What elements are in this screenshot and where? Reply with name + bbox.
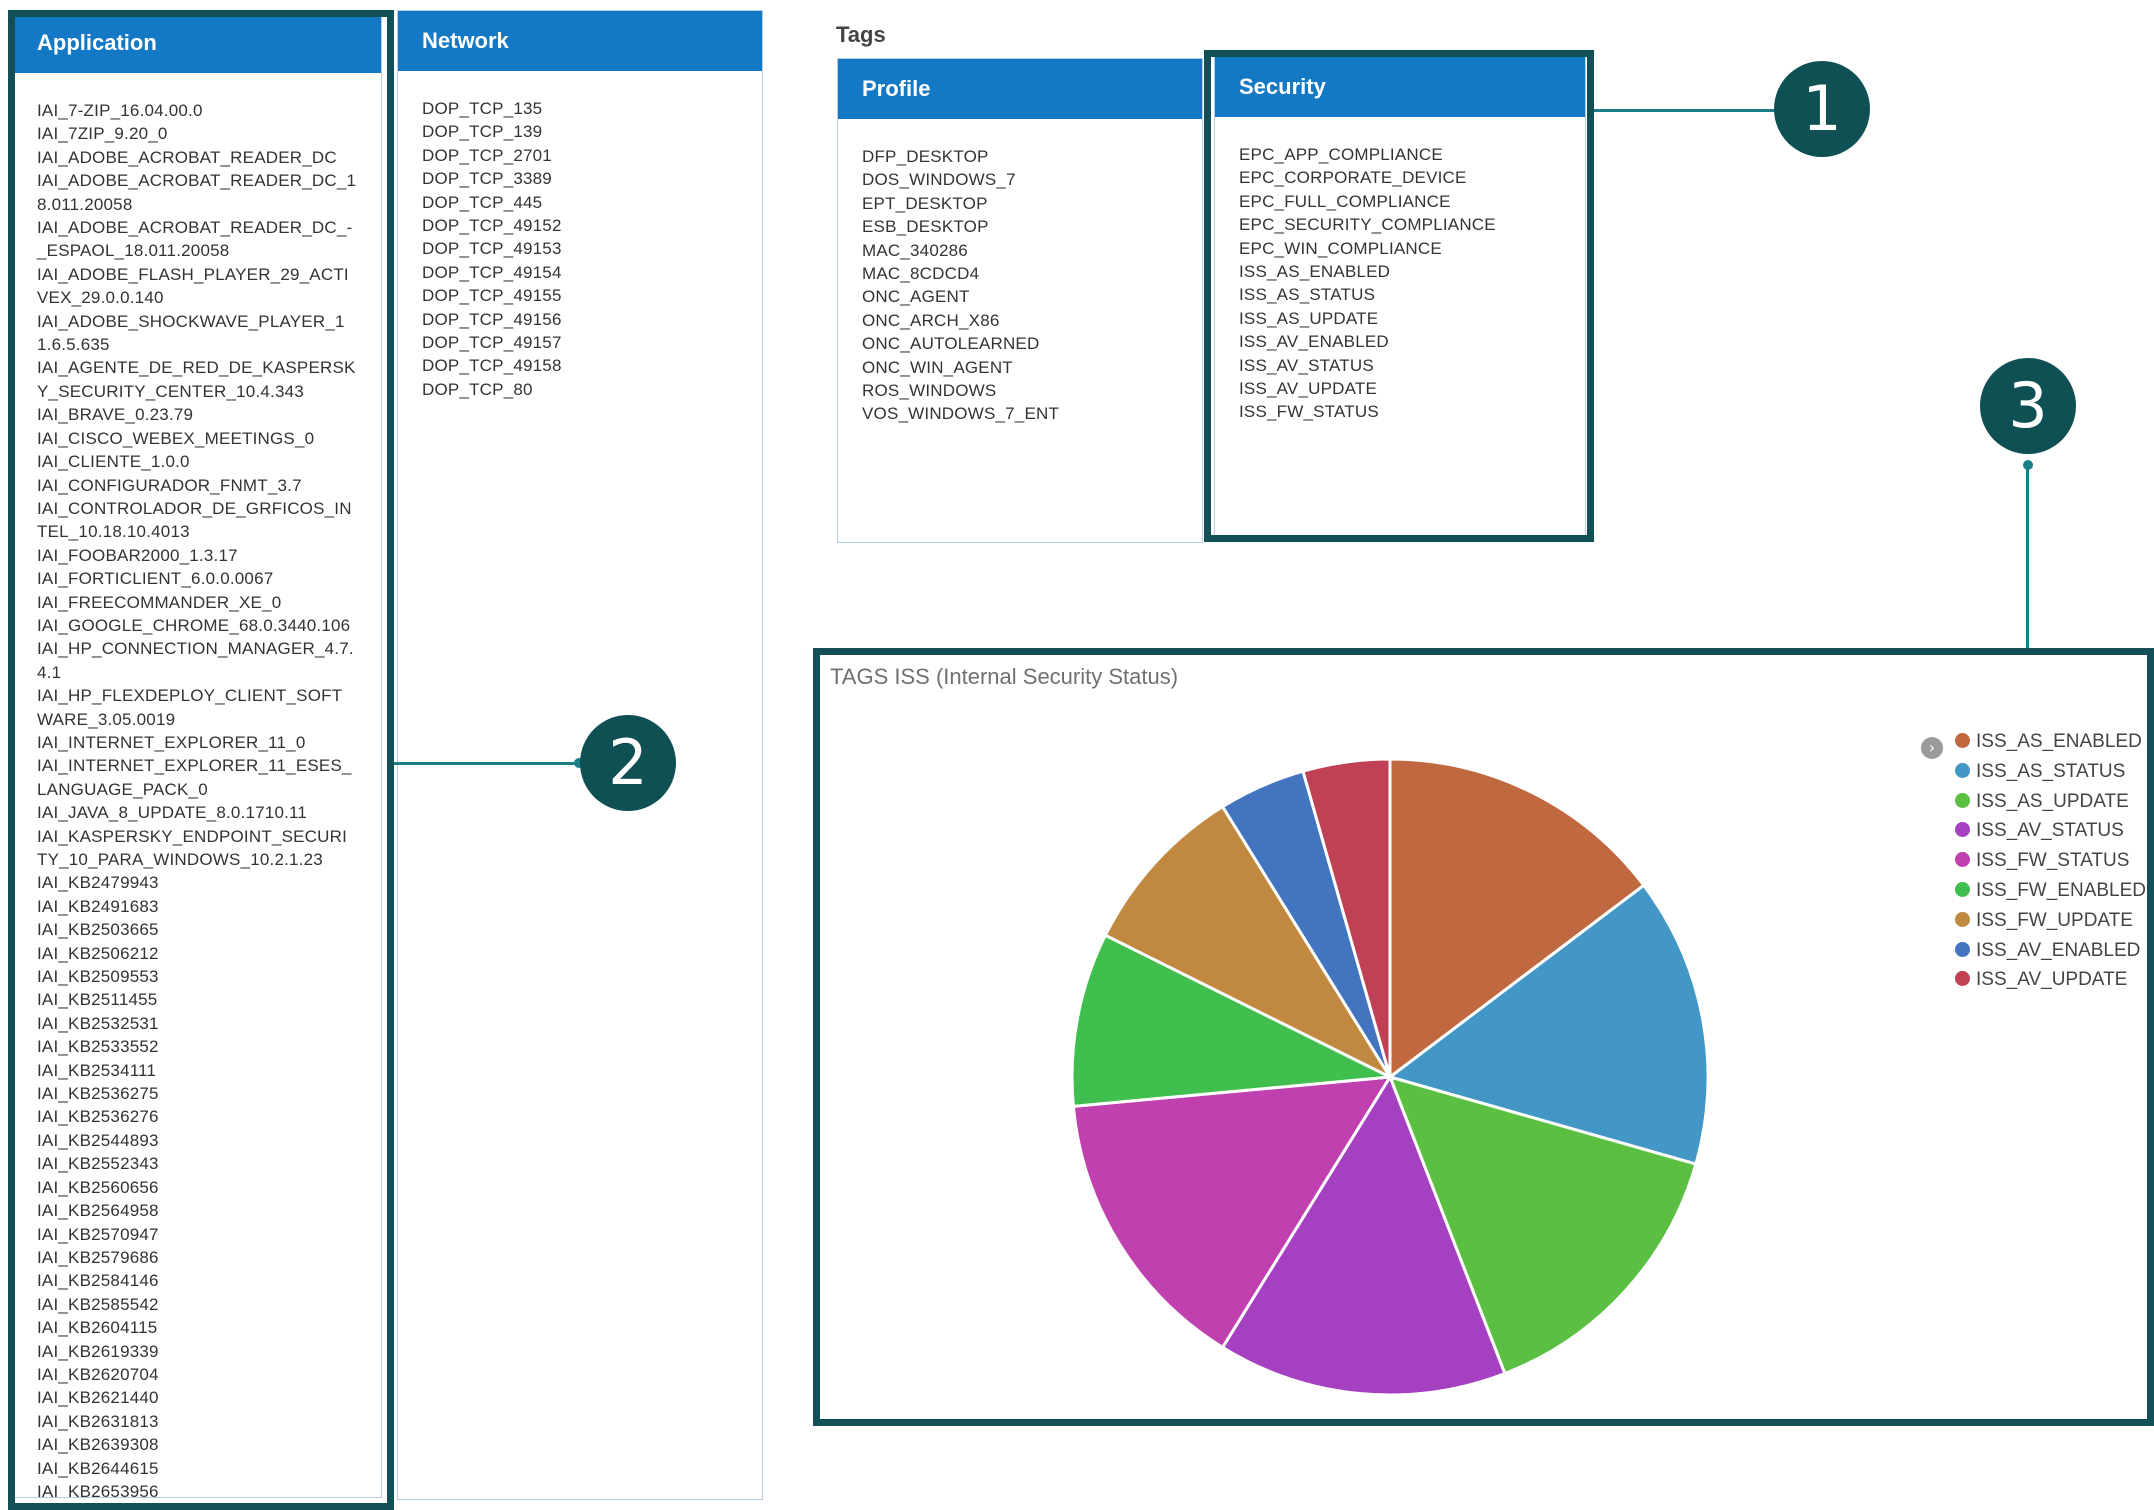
legend-label: ISS_FW_ENABLED — [1976, 879, 2146, 901]
legend-label: ISS_AS_STATUS — [1976, 760, 2126, 782]
profile-header: Profile — [838, 59, 1202, 119]
network-list-item: DOP_TCP_49155 — [422, 286, 562, 306]
pie-chart — [1070, 757, 1710, 1397]
legend-item[interactable]: ISS_AV_UPDATE — [1955, 965, 2146, 995]
connector-line-1 — [1594, 109, 1774, 112]
legend-label: ISS_AS_ENABLED — [1976, 731, 2142, 752]
profile-tag-item: ESB_DESKTOP — [862, 217, 989, 237]
callout-2: 2 — [580, 715, 676, 811]
legend-swatch — [1955, 822, 1970, 838]
legend-swatch — [1955, 792, 1970, 808]
profile-tag-item: ONC_ARCH_X86 — [862, 310, 1000, 330]
legend-label: ISS_AV_STATUS — [1976, 820, 2124, 842]
profile-tag-item: MAC_340286 — [862, 240, 968, 260]
profile-tag-item: EPT_DESKTOP — [862, 193, 988, 213]
network-list-item: DOP_TCP_49156 — [422, 309, 562, 329]
legend-swatch — [1955, 971, 1970, 987]
network-list-item: DOP_TCP_49152 — [422, 216, 562, 236]
profile-tag-item: ONC_WIN_AGENT — [862, 357, 1013, 377]
security-highlight-box — [1204, 50, 1594, 542]
profile-tag-item: DOS_WINDOWS_7 — [862, 170, 1016, 190]
legend-label: ISS_FW_UPDATE — [1976, 909, 2133, 931]
network-list-item: DOP_TCP_135 — [422, 99, 543, 118]
legend-item[interactable]: ISS_AV_ENABLED — [1955, 936, 2146, 966]
chart-legend: ISS_AS_ENABLED ISS_AS_STATUS ISS_AS_UPDATE… — [1955, 727, 2146, 995]
network-list-item: DOP_TCP_49154 — [422, 262, 562, 282]
legend-item[interactable]: ISS_AV_STATUS — [1955, 816, 2146, 846]
legend-swatch — [1955, 733, 1970, 748]
legend-item[interactable]: ISS_FW_UPDATE — [1955, 906, 2146, 936]
legend-item[interactable]: ISS_FW_STATUS — [1955, 846, 2146, 876]
legend-swatch — [1955, 852, 1970, 868]
network-list: DOP_TCP_135 DOP_TCP_139 DOP_TCP_2701 DOP_TC… — [398, 71, 762, 401]
network-list-item: DOP_TCP_2701 — [422, 145, 552, 165]
legend-label: ISS_AV_UPDATE — [1976, 969, 2128, 991]
network-list-item: DOP_TCP_80 — [422, 379, 533, 399]
legend-label: ISS_FW_STATUS — [1976, 850, 2130, 872]
callout-1: 1 — [1774, 61, 1870, 157]
legend-label: ISS_AS_UPDATE — [1976, 790, 2129, 812]
legend-item[interactable]: ISS_AS_UPDATE — [1955, 787, 2146, 817]
profile-panel: Profile DFP_DESKTOP DOS_WINDOWS_7 EPT_DESK… — [837, 58, 1203, 543]
connector-line-3 — [2026, 465, 2029, 648]
profile-tag-item: ROS_WINDOWS — [862, 381, 997, 401]
legend-swatch — [1955, 762, 1970, 778]
application-highlight-box — [8, 10, 394, 1510]
network-list-item: DOP_TCP_49157 — [422, 333, 562, 353]
network-list-item: DOP_TCP_139 — [422, 122, 543, 142]
legend-item[interactable]: ISS_AS_STATUS — [1955, 757, 2146, 787]
legend-swatch — [1955, 911, 1970, 927]
chart-title: TAGS ISS (Internal Security Status) — [830, 664, 1179, 689]
legend-item[interactable]: ISS_AS_ENABLED — [1955, 727, 2146, 757]
tags-label: Tags — [836, 22, 886, 47]
network-header: Network — [398, 11, 762, 71]
network-list-item: DOP_TCP_49158 — [422, 356, 562, 376]
network-list-item: DOP_TCP_445 — [422, 192, 543, 212]
legend-item[interactable]: ISS_FW_ENABLED — [1955, 876, 2146, 906]
legend-swatch — [1955, 881, 1970, 897]
legend-label: ISS_AV_ENABLED — [1976, 939, 2141, 961]
profile-tag-item: ONC_AGENT — [862, 287, 970, 307]
network-list-item: DOP_TCP_3389 — [422, 169, 552, 189]
profile-list: DFP_DESKTOP DOS_WINDOWS_7 EPT_DESKTOP ESB_D… — [838, 119, 1202, 426]
profile-tag-item: DFP_DESKTOP — [862, 147, 989, 166]
callout-3: 3 — [1980, 358, 2076, 454]
profile-tag-item: MAC_8CDCD4 — [862, 264, 980, 284]
network-list-item: DOP_TCP_49153 — [422, 239, 562, 259]
connector-line-2 — [394, 762, 580, 765]
legend-swatch — [1955, 941, 1970, 957]
legend-toggle-icon[interactable]: › — [1921, 737, 1943, 759]
profile-tag-item: ONC_AUTOLEARNED — [862, 334, 1040, 354]
profile-tag-item: VOS_WINDOWS_7_ENT — [862, 404, 1060, 424]
